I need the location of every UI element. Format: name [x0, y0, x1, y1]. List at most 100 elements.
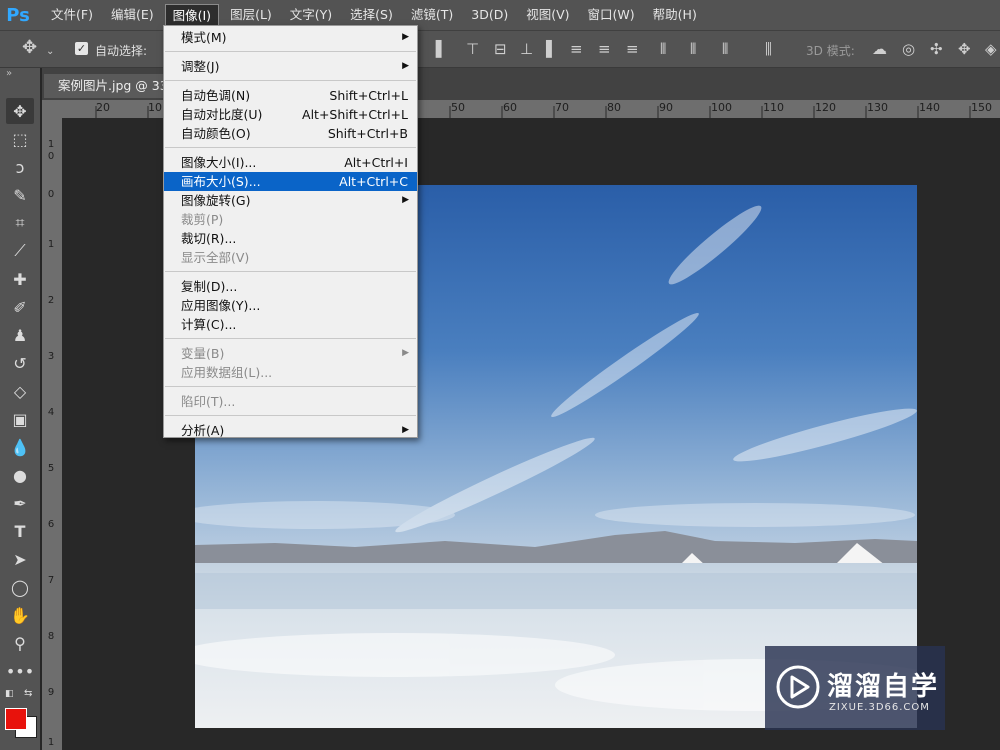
menu-7[interactable]: 3D(D)	[464, 0, 515, 30]
image-menu-item: 变量(B) ▶	[164, 344, 417, 363]
image-menu-item: 显示全部(V)	[164, 248, 417, 267]
hand-tool-icon[interactable]: ✋	[6, 602, 34, 628]
image-menu-item[interactable]: 自动色调(N) Shift+Ctrl+L	[164, 86, 417, 105]
marquee-tool-icon[interactable]: ⬚	[6, 126, 34, 152]
menu-item-label: 计算(C)...	[181, 317, 237, 332]
image-menu-item[interactable]: 计算(C)...	[164, 315, 417, 334]
menu-item-label: 变量(B)	[181, 346, 225, 361]
collapse-panel-icon[interactable]: »	[6, 68, 12, 79]
image-menu-item[interactable]: 裁切(R)...	[164, 229, 417, 248]
eyedropper-tool-icon[interactable]: ⟋	[6, 238, 34, 264]
menu-8[interactable]: 视图(V)	[519, 0, 576, 30]
align-vcenter-icon[interactable]: ⊟	[494, 40, 507, 58]
crop-tool-icon[interactable]: ⌗	[6, 210, 34, 236]
menu-item-label: 自动颜色(O)	[181, 126, 251, 141]
menu-item-shortcut: Shift+Ctrl+B	[327, 126, 408, 141]
align-left-icon[interactable]: ▐	[430, 40, 442, 58]
3d-roll-icon[interactable]: ◎	[902, 40, 915, 58]
image-menu-item: 陷印(T)...	[164, 392, 417, 411]
menu-item-shortcut: Shift+Ctrl+L	[329, 88, 408, 103]
auto-select-checkbox[interactable]: ✓	[75, 42, 88, 55]
align-right-icon[interactable]: ▌	[546, 40, 558, 58]
menu-0[interactable]: 文件(F)	[44, 0, 100, 30]
ruler-tick-label: 130	[867, 101, 888, 114]
3d-scale-icon[interactable]: ◈	[985, 40, 997, 58]
ruler-tick-label: 140	[919, 101, 940, 114]
move-tool-icon[interactable]: ✥	[6, 98, 34, 124]
clone-stamp-tool-icon[interactable]: ♟	[6, 322, 34, 348]
history-brush-tool-icon[interactable]: ↺	[6, 350, 34, 376]
healing-brush-tool-icon[interactable]: ✚	[6, 266, 34, 292]
menu-item-label: 图像旋转(G)	[181, 193, 251, 208]
distribute-bottom-icon[interactable]: ≡	[626, 40, 639, 58]
brush-tool-icon[interactable]: ✐	[6, 294, 34, 320]
auto-select-label: 自动选择:	[95, 44, 148, 58]
photoshop-logo[interactable]: Ps	[0, 0, 36, 30]
type-tool-icon[interactable]: T	[6, 518, 34, 544]
menu-10[interactable]: 帮助(H)	[646, 0, 704, 30]
ruler-tick-label: 120	[815, 101, 836, 114]
image-menu-item: 裁剪(P)	[164, 210, 417, 229]
watermark-url: ZIXUE.3D66.COM	[829, 702, 930, 713]
more-tools-icon[interactable]: •••	[6, 658, 34, 684]
3d-slide-icon[interactable]: ✥	[958, 40, 971, 58]
menu-item-label: 显示全部(V)	[181, 250, 250, 265]
distribute-top-icon[interactable]: ≡	[570, 40, 583, 58]
3d-pan-icon[interactable]: ✣	[930, 40, 943, 58]
distribute-vcenter-icon[interactable]: ≡	[598, 40, 611, 58]
watermark: 溜溜自学 ZIXUE.3D66.COM	[765, 646, 945, 730]
menu-item-label: 陷印(T)...	[181, 394, 236, 409]
image-menu-item[interactable]: 复制(D)...	[164, 277, 417, 296]
quick-select-tool-icon[interactable]: ✎	[6, 182, 34, 208]
menu-item-label: 画布大小(S)...	[181, 174, 261, 189]
distribute-left-icon[interactable]: ⫴	[660, 40, 666, 58]
foreground-color-swatch[interactable]	[5, 708, 27, 730]
move-tool-icon[interactable]: ✥	[22, 39, 37, 57]
ruler-tick-label: 100	[711, 101, 732, 114]
blur-tool-icon[interactable]: 💧	[6, 434, 34, 460]
distribute-hcenter-icon[interactable]: ⫴	[690, 40, 696, 58]
menu-2[interactable]: 图像(I)	[164, 4, 220, 26]
ruler-origin[interactable]	[42, 100, 64, 118]
zoom-tool-icon[interactable]: ⚲	[6, 630, 34, 656]
path-select-tool-icon[interactable]: ➤	[6, 546, 34, 572]
submenu-arrow-icon: ▶	[402, 195, 409, 205]
swap-colors-icon[interactable]: ⇆	[24, 688, 32, 699]
distribute-right-icon[interactable]: ⫴	[722, 40, 728, 58]
vertical-ruler[interactable]: 1 0 0 1 2 3 4 5 6 7 8 9 1	[42, 118, 62, 750]
document-tab[interactable]: 案例图片.jpg @ 33	[44, 74, 182, 98]
pen-tool-icon[interactable]: ✒	[6, 490, 34, 516]
menu-item-label: 模式(M)	[181, 30, 227, 45]
ruler-tick-label: 70	[555, 101, 569, 114]
auto-align-icon[interactable]: ⫼	[765, 40, 772, 58]
submenu-arrow-icon: ▶	[402, 32, 409, 42]
default-colors-icon[interactable]: ◧	[5, 689, 14, 699]
ruler-tick-label: 1	[47, 139, 55, 150]
ellipse-tool-icon[interactable]: ◯	[6, 574, 34, 600]
image-menu-item[interactable]: 模式(M) ▶	[164, 28, 417, 47]
image-menu-item[interactable]: 图像旋转(G) ▶	[164, 191, 417, 210]
ruler-tick-label: 6	[47, 519, 55, 530]
image-menu-item[interactable]: 分析(A) ▶	[164, 421, 417, 440]
gradient-tool-icon[interactable]: ▣	[6, 406, 34, 432]
image-menu-item[interactable]: 自动颜色(O) Shift+Ctrl+B	[164, 124, 417, 143]
3d-orbit-icon[interactable]: ☁	[872, 40, 887, 58]
menu-item-shortcut: Alt+Ctrl+I	[344, 155, 408, 170]
image-menu-item[interactable]: 应用图像(Y)...	[164, 296, 417, 315]
eraser-tool-icon[interactable]: ◇	[6, 378, 34, 404]
ruler-tick-label: 80	[607, 101, 621, 114]
lasso-tool-icon[interactable]: ↄ	[6, 154, 34, 180]
align-top-icon[interactable]: ⊤	[466, 40, 479, 58]
align-bottom-icon[interactable]: ⊥	[520, 40, 533, 58]
chevron-down-icon[interactable]: ⌄	[46, 43, 54, 61]
ruler-tick-label: 0	[47, 151, 55, 162]
dodge-tool-icon[interactable]: ●	[6, 462, 34, 488]
image-menu-item[interactable]: 图像大小(I)... Alt+Ctrl+I	[164, 153, 417, 172]
image-menu-item[interactable]: 自动对比度(U) Alt+Shift+Ctrl+L	[164, 105, 417, 124]
menu-9[interactable]: 窗口(W)	[581, 0, 642, 30]
ruler-tick-label: 20	[96, 101, 110, 114]
image-menu-item[interactable]: 画布大小(S)... Alt+Ctrl+C	[164, 172, 417, 191]
menu-1[interactable]: 编辑(E)	[104, 0, 161, 30]
image-menu-item[interactable]: 调整(J) ▶	[164, 57, 417, 76]
submenu-arrow-icon: ▶	[402, 425, 409, 435]
